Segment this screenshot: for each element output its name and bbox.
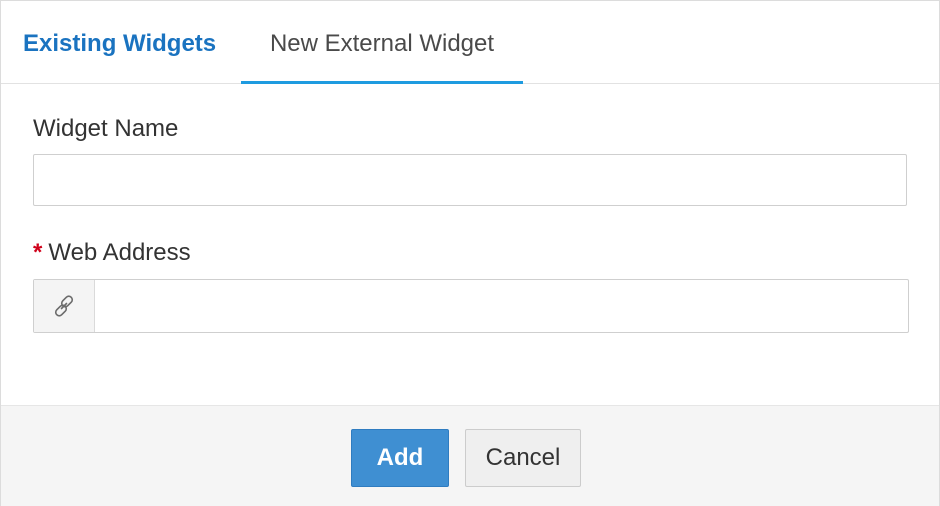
web-address-input[interactable] bbox=[95, 280, 908, 332]
tab-bar: Existing Widgets New External Widget bbox=[1, 1, 939, 84]
dialog-footer: Add Cancel bbox=[1, 405, 939, 506]
active-tab-indicator bbox=[241, 81, 523, 84]
add-widget-dialog: Existing Widgets New External Widget Wid… bbox=[0, 0, 940, 506]
tab-existing-widgets[interactable]: Existing Widgets bbox=[23, 1, 216, 83]
web-address-label-row: * Web Address bbox=[33, 239, 191, 267]
tab-new-external-widget-label: New External Widget bbox=[269, 30, 495, 57]
tab-new-external-widget[interactable]: New External Widget bbox=[241, 1, 523, 84]
add-button[interactable]: Add bbox=[351, 429, 449, 487]
required-asterisk: * bbox=[33, 239, 43, 266]
cancel-button[interactable]: Cancel bbox=[465, 429, 581, 487]
widget-name-label: Widget Name bbox=[33, 115, 179, 142]
link-icon bbox=[34, 280, 95, 332]
web-address-field-group bbox=[33, 279, 909, 333]
web-address-label: Web Address bbox=[48, 239, 191, 266]
widget-name-input[interactable] bbox=[33, 154, 907, 206]
